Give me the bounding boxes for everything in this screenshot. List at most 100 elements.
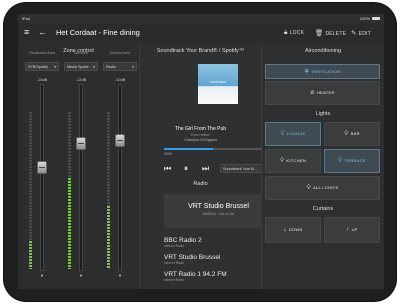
volume-slider-knob-kitchen[interactable] xyxy=(115,134,125,147)
volume-slider-knob-bar[interactable] xyxy=(76,137,86,150)
flame-icon: 🔥︎ xyxy=(310,90,315,96)
zone-volume-db-restaurant: -16dB xyxy=(36,77,48,82)
zone-label-restaurant: Restaurant Area xyxy=(29,51,55,55)
heater-label: HEATER xyxy=(316,90,335,95)
radio-station-item[interactable]: VRT Radio 1 94.2 FM Internet Radio xyxy=(164,271,273,282)
radio-station-name: VRT Radio 1 94.2 FM xyxy=(164,271,227,278)
battery-indicator: 100% xyxy=(360,16,380,21)
curtains-up-label: UP xyxy=(351,227,358,232)
volume-slider-track-kitchen[interactable] xyxy=(118,84,122,271)
level-meter-kitchen xyxy=(107,112,110,269)
radio-current-name: VRT Studio Brussel xyxy=(188,203,249,210)
level-meter-fill xyxy=(107,206,110,269)
lounge-light-button[interactable]: 💡︎ LOUNGE xyxy=(265,122,321,146)
lights-header: Lights xyxy=(315,111,331,117)
trash-icon: 🗑︎ xyxy=(315,30,324,37)
radio-station-sub: Internet Radio xyxy=(164,244,185,248)
radio-current-sub: MABELA - Out on the xyxy=(202,212,235,216)
bar-label: BAR xyxy=(350,131,360,136)
lounge-label: LOUNGE xyxy=(286,131,306,136)
ventilation-button[interactable]: ❄ VENTILATION xyxy=(265,64,380,79)
bulb-icon: 💡︎ xyxy=(280,131,285,137)
terrace-light-button[interactable]: 💡︎ TERRACE xyxy=(324,149,380,173)
radio-station-sub: Internet Radio xyxy=(164,278,185,282)
arrow-down-icon: ▼ xyxy=(40,273,44,278)
zone-volume-db-bar: -12dB xyxy=(75,77,87,82)
battery-icon xyxy=(372,17,380,21)
radio-header: Radio xyxy=(193,181,208,187)
level-meter-restaurant xyxy=(29,112,32,269)
arrow-down-icon: ↓ xyxy=(283,227,287,233)
arrow-down-icon: ▼ xyxy=(79,273,83,278)
radio-station-item[interactable]: VRT Studio Brussel Internet Radio xyxy=(164,254,273,265)
radio-station-name: BBC Radio 2 xyxy=(164,237,202,244)
aircon-header: Airconditioning xyxy=(304,48,342,54)
curtains-header: Curtains xyxy=(312,206,334,212)
level-meter-fill xyxy=(29,240,32,269)
back-arrow-icon[interactable]: ← xyxy=(38,27,47,37)
bulb-icon: 💡︎ xyxy=(338,158,343,164)
kitchen-light-button[interactable]: 💡︎ KITCHEN xyxy=(265,149,321,173)
zone-source-select-kitchen[interactable]: Radio ▾ xyxy=(103,62,137,71)
volume-slider-knob-restaurant[interactable] xyxy=(37,161,47,174)
app-screen: iPad 100% ≡ ← Het Cordaat - Fine dining … xyxy=(18,14,384,289)
arrow-up-icon: ↑ xyxy=(346,227,350,233)
ventilation-label: VENTILATION xyxy=(311,69,341,74)
zone-source-value: Radio xyxy=(106,65,116,69)
chevron-down-icon: ▾ xyxy=(54,65,56,69)
edit-label: EDIT xyxy=(358,31,371,37)
radio-station-sub: Internet Radio xyxy=(164,261,185,265)
lock-icon: 🔒︎ xyxy=(284,29,288,36)
previous-track-icon[interactable]: ⏮︎ xyxy=(164,164,171,174)
zone-source-select-bar[interactable]: Media Speler ▾ xyxy=(64,62,98,71)
chevron-down-icon: ▾ xyxy=(132,65,134,69)
radio-current-station[interactable]: VRT Studio Brussel MABELA - Out on the xyxy=(164,194,273,228)
next-track-icon[interactable]: ⏭︎ xyxy=(202,164,209,174)
zone-source-select-restaurant[interactable]: SYB/Spotify ▾ xyxy=(25,62,59,71)
terrace-label: TERRACE xyxy=(344,158,366,163)
radio-station-item[interactable]: BBC Radio 2 Internet Radio xyxy=(164,237,273,248)
zone-volume-db-kitchen: -10dB xyxy=(114,77,126,82)
lock-label: LOCK xyxy=(289,30,305,36)
page-title: Het Cordaat - Fine dining xyxy=(56,28,140,37)
album-art: FEATURED xyxy=(198,64,238,104)
delete-button[interactable]: 🗑︎ DELETE xyxy=(315,29,346,37)
zone-source-value: Media Speler xyxy=(67,65,89,69)
edit-button[interactable]: ✎ EDIT xyxy=(351,29,371,37)
track-album: Champion Of England xyxy=(184,138,217,142)
zone-label-kitchen: Kitchen Area xyxy=(110,51,130,55)
heater-button[interactable]: 🔥︎ HEATER xyxy=(265,81,380,105)
chevron-down-icon: ▾ xyxy=(93,65,95,69)
pencil-icon: ✎ xyxy=(351,30,357,37)
volume-slider-track-restaurant[interactable] xyxy=(40,84,44,271)
music-header: Soundtrack Your Brand® / Spotify™ xyxy=(156,48,245,54)
lock-button[interactable]: 🔒︎ LOCK xyxy=(284,29,304,37)
device-label: iPad xyxy=(22,16,31,21)
bar-light-button[interactable]: 💡︎ BAR xyxy=(324,122,380,146)
album-art-caption: FEATURED xyxy=(210,80,226,84)
kitchen-label: KITCHEN xyxy=(286,158,307,163)
snowflake-icon: ❄ xyxy=(304,69,310,75)
zone-source-value: SYB/Spotify xyxy=(28,65,48,69)
track-progress-fill xyxy=(164,148,214,150)
status-bar: iPad 100% xyxy=(18,14,384,23)
bulb-icon: 💡︎ xyxy=(344,131,349,137)
pause-icon[interactable]: ⏸︎ xyxy=(184,164,188,174)
track-title: The Girl From The Pub xyxy=(174,126,227,132)
track-elapsed: 00:09 xyxy=(164,152,172,156)
track-artist: Ernst Helmer xyxy=(190,133,211,137)
curtains-up-button[interactable]: ↑ UP xyxy=(324,217,380,243)
all-lights-button[interactable]: 💡︎ ALL LIGHTS xyxy=(265,176,380,200)
level-meter-fill xyxy=(68,177,71,269)
music-source-value: Soundtrack Your B... xyxy=(223,167,257,171)
delete-label: DELETE xyxy=(325,31,347,37)
menu-icon[interactable]: ≡ xyxy=(24,27,29,37)
arrow-down-icon: ▼ xyxy=(118,273,122,278)
volume-slider-track-bar[interactable] xyxy=(79,84,83,271)
all-lights-label: ALL LIGHTS xyxy=(312,185,339,190)
top-bar: ≡ ← Het Cordaat - Fine dining 🔒︎ LOCK 🗑︎ D… xyxy=(18,23,384,44)
track-progress-bar[interactable] xyxy=(164,148,273,150)
curtains-down-button[interactable]: ↓ DOWN xyxy=(265,217,321,243)
radio-station-name: VRT Studio Brussel xyxy=(164,254,221,261)
zone-label-bar: Bar Area xyxy=(74,51,88,55)
